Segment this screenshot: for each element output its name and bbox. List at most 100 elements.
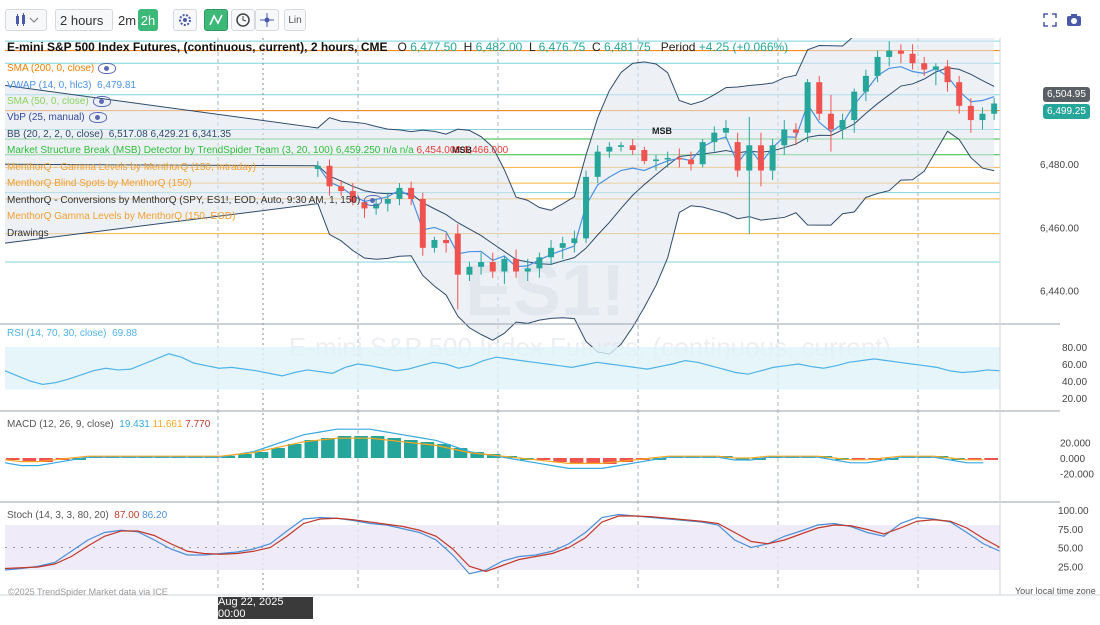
candle-body-29 <box>653 159 659 162</box>
macd-hist-bar-18 <box>304 440 319 458</box>
candle-body-23 <box>583 176 590 239</box>
candle-body-40 <box>781 129 788 146</box>
candle-body-13 <box>466 266 473 275</box>
candle-body-35 <box>722 127 729 133</box>
candle-body-2 <box>338 186 345 192</box>
candle-type-button[interactable] <box>5 9 47 31</box>
candle-body-42 <box>804 82 811 133</box>
candle-body-56 <box>967 105 974 121</box>
candle-body-46 <box>851 91 858 121</box>
screenshot-button[interactable] <box>1064 9 1084 31</box>
candle-body-31 <box>676 157 683 160</box>
lin-scale-button[interactable]: Lin <box>284 9 306 31</box>
candle-body-1 <box>326 165 333 187</box>
rsi-tick-3: 20.00 <box>1062 394 1087 405</box>
stoch-tick-2: 50.00 <box>1058 544 1083 555</box>
bollinger-band-fill <box>5 38 995 355</box>
candle-body-21 <box>559 243 566 248</box>
macd-hist-bar-16 <box>271 448 285 458</box>
gear-icon <box>179 14 191 26</box>
candle-body-27 <box>629 145 636 151</box>
stoch-tick-3: 25.00 <box>1058 562 1083 573</box>
candle-body-14 <box>478 262 485 267</box>
macd-tick-2: -20.000 <box>1060 469 1094 480</box>
candle-body-48 <box>874 56 881 76</box>
candle-body-26 <box>618 145 625 147</box>
macd-tick-0: 20.000 <box>1060 439 1091 450</box>
crosshair-button[interactable] <box>255 9 279 31</box>
rsi-tick-0: 80.00 <box>1062 343 1087 354</box>
candle-body-22 <box>571 238 578 244</box>
price-tick-1: 6,460.00 <box>1040 223 1079 234</box>
candle-body-49 <box>886 50 893 57</box>
candle-body-6 <box>384 198 391 204</box>
candle-body-32 <box>687 159 694 165</box>
candle-body-50 <box>897 50 904 54</box>
candle-body-44 <box>827 113 834 130</box>
price-tick-2: 6,440.00 <box>1040 286 1079 297</box>
candle-body-15 <box>489 262 496 272</box>
rsi-tick-1: 60.00 <box>1062 360 1087 371</box>
macd-hist-bar-20 <box>337 436 352 458</box>
price-tick-0: 6,480.00 <box>1040 160 1079 171</box>
candle-body-7 <box>396 187 403 199</box>
candle-body-24 <box>594 151 601 177</box>
msb-marker-2: MSB <box>652 126 673 136</box>
candle-body-25 <box>606 146 613 152</box>
candle-body-47 <box>862 75 869 92</box>
toolbar: 2 hours 2m 2h Lin <box>0 0 1100 38</box>
candle-body-17 <box>513 258 520 272</box>
candle-body-12 <box>454 233 461 275</box>
candle-body-55 <box>956 82 963 106</box>
candle-body-52 <box>921 63 928 70</box>
crosshair-icon <box>260 13 274 27</box>
candle-body-43 <box>816 82 823 114</box>
candle-body-51 <box>909 53 916 64</box>
candle-body-58 <box>991 103 998 114</box>
macd-hist-bar-15 <box>254 452 269 458</box>
candle-body-39 <box>769 145 776 171</box>
candle-body-54 <box>944 66 951 83</box>
candle-body-3 <box>349 191 356 203</box>
candle-body-9 <box>419 198 426 248</box>
clock-button[interactable] <box>231 9 255 31</box>
stoch-tick-0: 100.00 <box>1058 506 1089 517</box>
candle-body-18 <box>524 268 531 272</box>
fullscreen-icon <box>1043 13 1057 27</box>
candle-body-38 <box>757 145 764 171</box>
interval-select[interactable]: 2 hours <box>55 9 113 31</box>
candle-body-5 <box>373 203 380 209</box>
candle-body-36 <box>734 142 741 171</box>
candle-body-41 <box>792 129 799 133</box>
candle-body-30 <box>664 157 671 160</box>
stoch-tick-1: 75.00 <box>1058 525 1083 536</box>
rsi-band <box>5 347 1000 390</box>
macd-hist-bar-59 <box>984 458 998 460</box>
macd-hist-bar-21 <box>354 436 368 458</box>
candle-body-20 <box>548 247 555 258</box>
interval-2m-button[interactable]: 2m <box>117 9 137 31</box>
rsi-tick-2: 40.00 <box>1062 377 1087 388</box>
macd-tick-1: 0.000 <box>1060 454 1085 465</box>
draw-trend-button[interactable] <box>204 9 228 31</box>
clock-icon <box>236 13 250 27</box>
candle-body-33 <box>699 142 706 165</box>
candle-body-10 <box>431 239 438 248</box>
candle-body-11 <box>443 239 450 244</box>
candle-body-53 <box>932 66 939 70</box>
crosshair-time-label: Aug 22, 2025 00:00 <box>218 596 313 620</box>
settings-button[interactable] <box>173 9 197 31</box>
camera-icon <box>1067 14 1081 26</box>
candle-type-icon <box>16 13 39 26</box>
fullscreen-button[interactable] <box>1040 9 1060 31</box>
msb-marker-1: MSB <box>452 145 473 155</box>
macd-hist-bar-17 <box>287 444 302 458</box>
candle-body-0 <box>314 165 321 169</box>
chart-canvas[interactable]: ES1!E-mini S&P 500 Index Futures, (conti… <box>0 38 1100 598</box>
candle-body-28 <box>641 150 648 162</box>
macd-line <box>4 428 984 469</box>
candle-body-4 <box>361 202 368 209</box>
macd-hist-bar-19 <box>321 438 335 458</box>
interval-2h-button[interactable]: 2h <box>138 9 158 31</box>
candle-body-45 <box>839 120 846 130</box>
